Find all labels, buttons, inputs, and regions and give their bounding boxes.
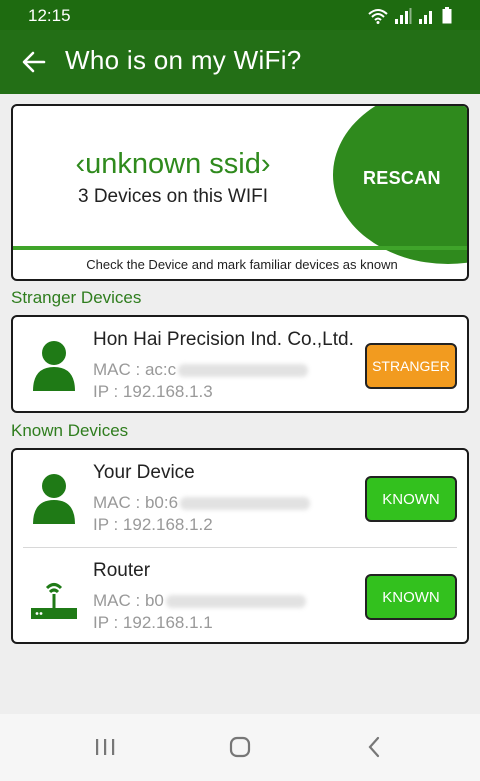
signal-icon-2 (419, 11, 432, 24)
device-ip: IP : 192.168.1.2 (93, 515, 213, 534)
battery-icon (442, 7, 452, 24)
person-icon (33, 474, 75, 524)
device-name: Router (93, 560, 151, 581)
status-bar: 12:15 (0, 0, 480, 30)
wifi-icon (368, 9, 388, 24)
list-item[interactable]: Router MAC : b0 IP : 192.168.1.1 KNOWN (13, 548, 467, 646)
redacted-mac (165, 595, 306, 609)
mac-text: MAC : ac:c (93, 360, 177, 379)
device-mac: MAC : ac:c (93, 360, 309, 380)
back-icon[interactable] (362, 734, 388, 760)
hint-text: Check the Device and mark familiar devic… (86, 257, 398, 272)
signal-icon (395, 8, 412, 24)
device-mac: MAC : b0 (93, 591, 306, 611)
ssid-name: ‹unknown ssid› (75, 148, 271, 180)
recent-apps-icon[interactable] (92, 734, 118, 760)
router-icon (31, 583, 77, 619)
known-button[interactable]: KNOWN (365, 476, 457, 522)
mac-text: MAC : b0:6 (93, 493, 179, 512)
mac-text: MAC : b0 (93, 591, 164, 610)
stranger-devices-card: Hon Hai Precision Ind. Co.,Ltd. MAC : ac… (11, 315, 469, 413)
redacted-mac (180, 497, 311, 511)
device-mac: MAC : b0:6 (93, 493, 311, 513)
home-icon[interactable] (227, 734, 253, 760)
stranger-section-title: Stranger Devices (11, 288, 142, 307)
known-button[interactable]: KNOWN (365, 574, 457, 620)
app-bar: Who is on my WiFi? (0, 30, 480, 94)
device-name: Your Device (93, 462, 195, 483)
divider (13, 246, 467, 250)
page-title: Who is on my WiFi? (65, 45, 302, 75)
back-arrow-icon[interactable] (20, 48, 48, 76)
device-count: 3 Devices on this WIFI (77, 186, 269, 207)
list-item[interactable]: Your Device MAC : b0:6 IP : 192.168.1.2 … (13, 450, 467, 548)
person-icon (33, 341, 75, 391)
ssid-card: ‹unknown ssid› 3 Devices on this WIFI RE… (11, 104, 469, 281)
rescan-label[interactable]: RESCAN (363, 168, 441, 189)
device-ip: IP : 192.168.1.3 (93, 382, 213, 401)
known-section-title: Known Devices (11, 421, 129, 440)
status-icons (368, 7, 452, 24)
known-devices-card: Your Device MAC : b0:6 IP : 192.168.1.2 … (11, 448, 469, 644)
system-nav-bar (0, 714, 480, 781)
device-ip: IP : 192.168.1.1 (93, 613, 213, 632)
device-name: Hon Hai Precision Ind. Co.,Ltd. (93, 329, 354, 350)
status-time: 12:15 (28, 6, 71, 25)
stranger-button[interactable]: STRANGER (365, 343, 457, 389)
list-item[interactable]: Hon Hai Precision Ind. Co.,Ltd. MAC : ac… (13, 317, 467, 415)
redacted-mac (178, 364, 309, 378)
